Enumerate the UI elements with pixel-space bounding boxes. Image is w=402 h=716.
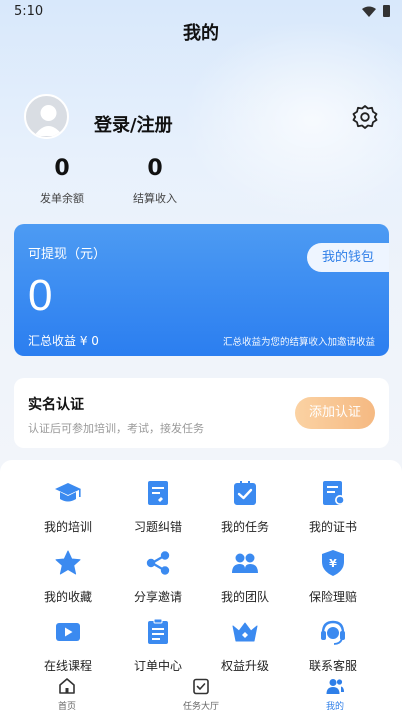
- menu-label: 我的团队: [220, 590, 269, 604]
- menu-label: 我的培训: [43, 520, 92, 534]
- menu-item-customer-service[interactable]: 联系客服: [288, 617, 378, 674]
- menu-item-share-invite[interactable]: 分享邀请: [113, 548, 203, 605]
- menu-item-my-team[interactable]: 我的团队: [200, 548, 290, 605]
- verification-card: 实名认证 认证后可参加培训，考试，接发任务 添加认证: [14, 378, 389, 448]
- my-wallet-button[interactable]: 我的钱包: [307, 243, 389, 272]
- stat-value: 0: [147, 156, 163, 181]
- menu-item-my-training[interactable]: 我的培训: [23, 478, 113, 535]
- withdrawable-label: 可提现（元）: [28, 247, 107, 262]
- svg-text:¥: ¥: [329, 557, 337, 570]
- order-list-icon: [148, 618, 168, 644]
- menu-item-online-courses[interactable]: 在线课程: [23, 617, 113, 674]
- menu-item-my-tasks[interactable]: 我的任务: [200, 478, 290, 535]
- verification-title: 实名认证: [28, 397, 84, 413]
- home-icon: [59, 678, 75, 694]
- task-hall-icon: [193, 678, 209, 695]
- task-check-icon: [234, 481, 256, 505]
- verification-subtitle: 认证后可参加培训，考试，接发任务: [28, 422, 204, 435]
- share-icon: [146, 551, 170, 575]
- stat-value: 0: [54, 156, 70, 181]
- menu-label: 我的收藏: [43, 590, 92, 604]
- status-time: 5:10: [14, 4, 44, 19]
- total-earnings: 汇总收益 ¥ 0: [28, 334, 99, 348]
- stat-label: 结算收入: [133, 192, 177, 205]
- menu-label: 保险理赔: [308, 590, 357, 604]
- nav-mine[interactable]: 我的: [295, 676, 375, 712]
- nav-label: 我的: [325, 702, 344, 712]
- login-register-link[interactable]: 登录/注册: [94, 111, 173, 137]
- headset-icon: [321, 620, 345, 645]
- menu-item-exercise-correction[interactable]: 习题纠错: [113, 478, 203, 535]
- nav-task-hall[interactable]: 任务大厅: [161, 676, 241, 712]
- profile-icon: [326, 679, 344, 694]
- video-course-icon: [56, 623, 80, 641]
- crown-icon: [232, 622, 258, 642]
- battery-icon: [383, 5, 390, 17]
- team-icon: [232, 553, 258, 573]
- certificate-icon: [323, 481, 345, 505]
- withdrawable-amount: 0: [28, 271, 53, 320]
- stat-settlement-income[interactable]: 0 结算收入: [110, 156, 200, 206]
- menu-item-insurance-claims[interactable]: ¥ 保险理赔: [288, 548, 378, 605]
- add-verification-button[interactable]: 添加认证: [295, 397, 375, 429]
- stat-order-balance[interactable]: 0 发单余额: [17, 156, 107, 206]
- menu-item-benefits-upgrade[interactable]: 权益升级: [200, 617, 290, 674]
- star-icon: [55, 550, 81, 575]
- nav-label: 首页: [57, 702, 76, 712]
- nav-home[interactable]: 首页: [27, 676, 107, 712]
- menu-item-my-certificates[interactable]: 我的证书: [288, 478, 378, 535]
- menu-label: 习题纠错: [133, 520, 182, 534]
- nav-label: 任务大厅: [182, 702, 219, 712]
- earnings-note: 汇总收益为您的结算收入加邀请收益: [222, 337, 375, 348]
- insurance-shield-icon: ¥: [322, 550, 344, 576]
- stat-label: 发单余额: [40, 192, 84, 205]
- wifi-icon: [362, 6, 376, 17]
- settings-gear-icon[interactable]: [352, 104, 378, 130]
- graduation-cap-icon: [55, 483, 81, 502]
- menu-label: 分享邀请: [133, 590, 182, 604]
- menu-item-my-favorites[interactable]: 我的收藏: [23, 548, 113, 605]
- menu-label: 我的证书: [308, 520, 357, 534]
- bottom-navigation: 首页 任务大厅 我的: [0, 671, 402, 716]
- menu-item-order-center[interactable]: 订单中心: [113, 617, 203, 674]
- page-title: 我的: [183, 23, 219, 44]
- balance-card: 可提现（元） 0 我的钱包 汇总收益 ¥ 0 汇总收益为您的结算收入加邀请收益: [14, 224, 389, 356]
- exercise-correction-icon: [148, 481, 168, 505]
- avatar[interactable]: [24, 94, 69, 139]
- menu-label: 我的任务: [220, 520, 269, 534]
